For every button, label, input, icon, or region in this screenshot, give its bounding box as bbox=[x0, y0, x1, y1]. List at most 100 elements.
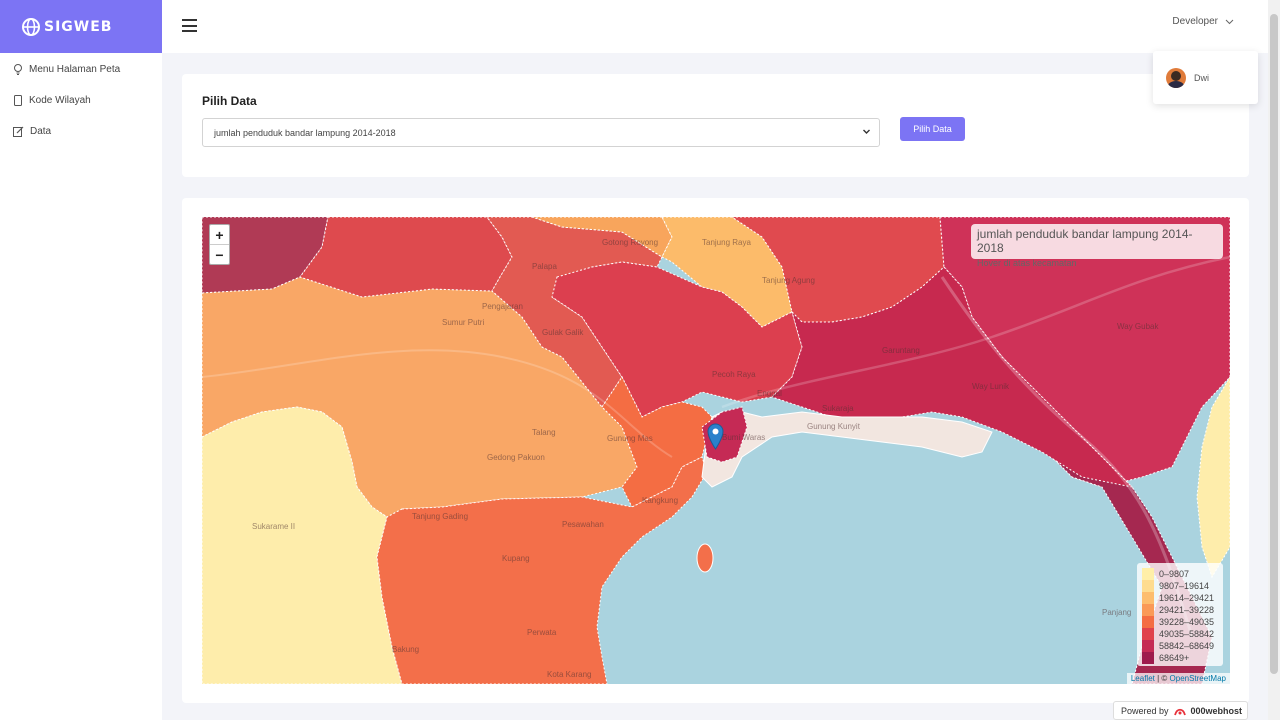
legend-label: 49035–58842 bbox=[1159, 629, 1215, 639]
attribution-separator: | © bbox=[1154, 674, 1170, 683]
place-label: Pesawahan bbox=[562, 520, 604, 529]
sidebar: Menu Halaman Peta Kode Wilayah Data bbox=[0, 53, 162, 720]
island bbox=[696, 543, 714, 573]
brand-name: SIGWEB bbox=[44, 18, 113, 35]
place-label: Pengajaran bbox=[482, 302, 523, 311]
brand-logo[interactable]: SIGWEB bbox=[0, 0, 162, 53]
sidebar-item-data[interactable]: Data bbox=[0, 116, 162, 147]
map-regions: Gotong Royong Tanjung Raya Palapa Tanjung A… bbox=[202, 217, 1230, 684]
pilih-data-button[interactable]: Pilih Data bbox=[900, 117, 965, 141]
legend-row: 58842–68649 bbox=[1142, 640, 1218, 652]
data-select-value: jumlah penduduk bandar lampung 2014-2018 bbox=[214, 128, 396, 138]
globe-icon bbox=[22, 17, 40, 36]
user-menu-toggle[interactable]: Developer bbox=[1172, 16, 1234, 27]
sidebar-item-label: Menu Halaman Peta bbox=[29, 64, 121, 75]
legend-label: 29421–39228 bbox=[1159, 605, 1215, 615]
place-label: Pecoh Raya bbox=[712, 370, 756, 379]
legend-label: 68649+ bbox=[1159, 653, 1190, 663]
place-label: Enggal bbox=[757, 389, 782, 398]
card-title: Pilih Data bbox=[202, 94, 257, 108]
legend-row: 0–9807 bbox=[1142, 568, 1218, 580]
chevron-down-icon bbox=[1225, 19, 1234, 24]
legend-row: 29421–39228 bbox=[1142, 604, 1218, 616]
legend-label: 39228–49035 bbox=[1159, 617, 1215, 627]
legend-label: 0–9807 bbox=[1159, 569, 1190, 579]
map-attribution: Leaflet | © OpenStreetMap bbox=[1126, 673, 1230, 684]
map-card: Gotong Royong Tanjung Raya Palapa Tanjung A… bbox=[182, 198, 1249, 703]
place-label: Palapa bbox=[532, 262, 557, 271]
place-label: Kangkung bbox=[642, 496, 678, 505]
place-label: Panjang bbox=[1102, 608, 1131, 617]
place-label: Gedong Pakuon bbox=[487, 453, 545, 462]
place-label: Talang bbox=[532, 428, 556, 437]
place-label: Way Lunik bbox=[972, 382, 1010, 391]
place-label: Tanjung Gading bbox=[412, 512, 468, 521]
webhost-logo-icon bbox=[1173, 708, 1186, 715]
legend-row: 49035–58842 bbox=[1142, 628, 1218, 640]
place-label: Garuntang bbox=[882, 346, 920, 355]
sidebar-item-menu-halaman-peta[interactable]: Menu Halaman Peta bbox=[0, 54, 162, 85]
place-label: Kota Karang bbox=[547, 670, 591, 679]
zoom-out-button[interactable]: − bbox=[210, 245, 229, 265]
user-menu-label: Developer bbox=[1172, 16, 1218, 27]
sidebar-item-label: Data bbox=[30, 126, 52, 137]
map-pin-icon[interactable] bbox=[707, 423, 724, 450]
legend-swatch bbox=[1142, 652, 1154, 664]
data-select[interactable]: jumlah penduduk bandar lampung 2014-2018 bbox=[202, 118, 880, 147]
leaflet-link[interactable]: Leaflet bbox=[1131, 674, 1155, 683]
scrollbar-thumb[interactable] bbox=[1270, 14, 1278, 674]
zoom-in-button[interactable]: + bbox=[210, 225, 229, 245]
place-label: Sumur Putri bbox=[442, 318, 484, 327]
legend-swatch bbox=[1142, 592, 1154, 604]
legend-swatch bbox=[1142, 640, 1154, 652]
pilih-data-card: Pilih Data jumlah penduduk bandar lampun… bbox=[182, 74, 1249, 177]
zoom-control: + − bbox=[209, 224, 230, 265]
map-legend: 0–9807 9807–19614 19614–29421 29421–39228 39… bbox=[1137, 563, 1223, 666]
place-label: Gulak Galik bbox=[542, 328, 584, 337]
legend-swatch bbox=[1142, 616, 1154, 628]
place-label: Sukaraja bbox=[822, 404, 854, 413]
place-label: Tanjung Agung bbox=[762, 276, 815, 285]
chevron-down-icon bbox=[863, 129, 870, 134]
map-info-box: jumlah penduduk bandar lampung 2014-2018… bbox=[971, 224, 1223, 268]
place-label: Sukarame II bbox=[252, 522, 295, 531]
legend-swatch bbox=[1142, 568, 1154, 580]
place-label: Bumi Waras bbox=[722, 433, 765, 442]
place-label: Tanjung Raya bbox=[702, 238, 751, 247]
osm-link[interactable]: OpenStreetMap bbox=[1170, 674, 1226, 683]
topbar: Developer bbox=[162, 0, 1268, 53]
edit-icon bbox=[13, 126, 24, 137]
powered-prefix: Powered by bbox=[1121, 705, 1169, 716]
legend-label: 58842–68649 bbox=[1159, 641, 1215, 651]
legend-swatch bbox=[1142, 580, 1154, 592]
menu-toggle-icon[interactable] bbox=[182, 19, 197, 32]
legend-row: 39228–49035 bbox=[1142, 616, 1218, 628]
legend-label: 9807–19614 bbox=[1159, 581, 1210, 591]
place-label: Gunung Mas bbox=[607, 434, 653, 443]
avatar bbox=[1166, 67, 1186, 88]
legend-swatch bbox=[1142, 628, 1154, 640]
tablet-icon bbox=[14, 95, 22, 106]
powered-by-badge[interactable]: Powered by 000webhost bbox=[1113, 701, 1248, 720]
choropleth-map[interactable]: Gotong Royong Tanjung Raya Palapa Tanjung A… bbox=[202, 217, 1230, 684]
place-label: Kupang bbox=[502, 554, 530, 563]
legend-label: 19614–29421 bbox=[1159, 593, 1215, 603]
sidebar-item-label: Kode Wilayah bbox=[29, 95, 91, 106]
legend-row: 9807–19614 bbox=[1142, 580, 1218, 592]
legend-swatch bbox=[1142, 604, 1154, 616]
legend-row: 68649+ bbox=[1142, 652, 1218, 664]
place-label: Bakung bbox=[392, 645, 419, 654]
region-north-red bbox=[299, 217, 513, 298]
legend-row: 19614–29421 bbox=[1142, 592, 1218, 604]
place-label: Way Gubak bbox=[1117, 322, 1159, 331]
info-title: jumlah penduduk bandar lampung 2014-2018 bbox=[977, 227, 1193, 255]
info-hint: Hover di atas kecamatan bbox=[977, 258, 1077, 268]
place-label: Perwata bbox=[527, 628, 557, 637]
powered-brand: 000webhost bbox=[1190, 705, 1243, 716]
sidebar-item-kode-wilayah[interactable]: Kode Wilayah bbox=[0, 85, 162, 116]
dropdown-user-name[interactable]: Dwi bbox=[1194, 73, 1209, 83]
place-label: Gotong Royong bbox=[602, 238, 658, 247]
place-label: Gunung Kunyit bbox=[807, 422, 861, 431]
page-scrollbar[interactable] bbox=[1268, 0, 1280, 720]
lightbulb-icon bbox=[14, 64, 22, 75]
